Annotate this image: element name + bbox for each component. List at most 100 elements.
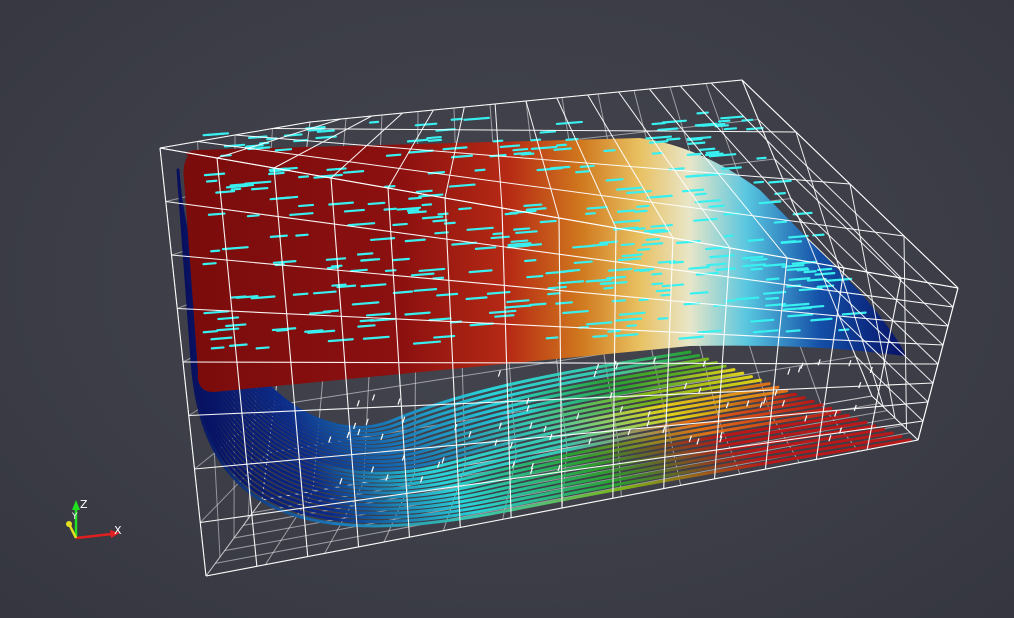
vector-glyph xyxy=(513,227,531,231)
vector-glyph xyxy=(645,237,661,242)
vector-glyph xyxy=(408,196,422,200)
vector-glyph xyxy=(547,292,561,296)
vector-glyph xyxy=(687,141,706,145)
vector-glyph xyxy=(539,219,557,224)
vector-glyph xyxy=(458,207,472,211)
vector-glyph xyxy=(603,286,614,290)
vector-glyph xyxy=(616,209,636,213)
vector-glyph xyxy=(385,153,402,157)
vector-glyph xyxy=(651,282,664,286)
vector-glyph xyxy=(706,262,727,267)
vector-glyph xyxy=(607,329,621,333)
vector-glyph xyxy=(686,152,702,157)
orientation-axes-icon xyxy=(66,500,120,540)
vector-glyph xyxy=(528,302,547,307)
orientation-axes-widget: Z Y X xyxy=(56,494,126,550)
vector-glyph xyxy=(753,180,765,184)
vector-glyph xyxy=(225,323,247,328)
vector-glyph xyxy=(432,276,445,280)
vector-glyph xyxy=(474,168,486,172)
vector-glyph xyxy=(474,246,497,250)
vector-glyph xyxy=(586,205,608,210)
vector-glyph xyxy=(651,151,664,155)
vector-glyph xyxy=(705,150,720,154)
vector-glyph xyxy=(349,268,368,273)
vector-glyph xyxy=(202,330,219,334)
vector-glyph xyxy=(384,269,397,273)
y-axis-label: Y xyxy=(72,512,78,522)
vector-glyph xyxy=(848,359,852,367)
vector-glyph xyxy=(787,368,791,375)
vector-glyph xyxy=(368,120,380,124)
render-viewport[interactable]: Z Y X xyxy=(0,0,1014,618)
vector-glyph xyxy=(343,208,366,213)
vector-glyph xyxy=(773,220,788,224)
vector-glyph xyxy=(633,209,648,213)
vector-glyph xyxy=(255,346,270,350)
vector-glyph xyxy=(704,152,724,157)
vector-glyph xyxy=(816,284,835,288)
vector-glyph xyxy=(269,234,288,239)
vector-glyph xyxy=(322,309,340,313)
vector-glyph xyxy=(330,264,343,268)
vector-glyph xyxy=(325,257,347,261)
vector-glyph xyxy=(785,329,801,333)
vector-glyph xyxy=(513,151,532,156)
vector-glyph xyxy=(723,127,738,131)
vector-glyph xyxy=(360,258,377,262)
vector-glyph xyxy=(696,111,709,115)
vector-glyph xyxy=(499,144,521,149)
vector-glyph xyxy=(292,292,309,296)
vector-glyph xyxy=(596,278,610,282)
vector-glyph xyxy=(490,235,510,240)
vector-glyph xyxy=(228,343,248,347)
vector-glyph xyxy=(688,266,710,270)
vector-glyph xyxy=(720,166,742,170)
vector-glyph xyxy=(573,260,593,265)
vector-glyph xyxy=(210,249,221,253)
vector-glyph xyxy=(648,140,669,144)
vector-glyph xyxy=(547,285,568,290)
vector-glyph xyxy=(747,238,765,242)
vector-glyph xyxy=(530,138,542,142)
vector-glyph xyxy=(750,267,763,271)
vector-glyph xyxy=(298,175,310,179)
vector-glyph xyxy=(421,215,444,220)
vector-glyph xyxy=(555,143,568,147)
vector-glyph xyxy=(742,255,764,260)
vector-glyph xyxy=(599,240,619,245)
vector-glyph xyxy=(714,124,730,128)
vector-glyph xyxy=(246,214,260,218)
vector-glyph xyxy=(717,119,731,123)
vector-glyph xyxy=(510,239,529,243)
vector-glyph xyxy=(787,234,809,239)
vector-glyph xyxy=(297,203,315,208)
vector-glyph xyxy=(592,334,608,338)
vector-glyph xyxy=(406,138,429,143)
3d-scene xyxy=(159,79,959,577)
vector-glyph xyxy=(406,208,420,212)
vector-glyph xyxy=(838,328,850,332)
vector-glyph xyxy=(523,203,543,207)
vector-glyph xyxy=(463,116,490,121)
vector-glyph xyxy=(497,370,501,377)
vector-glyph xyxy=(308,128,322,132)
vector-glyph xyxy=(492,232,503,236)
vector-glyph xyxy=(689,291,709,295)
vector-glyph xyxy=(202,262,217,266)
vector-glyph xyxy=(357,324,376,328)
vector-glyph xyxy=(620,242,635,247)
vector-glyph xyxy=(657,317,669,320)
x-axis-label: X xyxy=(114,524,122,537)
vector-glyph xyxy=(356,252,374,256)
vector-glyph xyxy=(780,240,803,245)
vector-glyph xyxy=(621,253,640,258)
vector-glyph xyxy=(215,190,236,194)
vector-glyph xyxy=(637,247,651,252)
vector-glyph xyxy=(250,186,269,191)
vector-glyph xyxy=(555,120,583,126)
vector-glyph xyxy=(699,147,716,151)
vector-glyph xyxy=(397,398,401,405)
vector-glyph xyxy=(661,119,687,124)
vector-glyph xyxy=(797,366,802,373)
